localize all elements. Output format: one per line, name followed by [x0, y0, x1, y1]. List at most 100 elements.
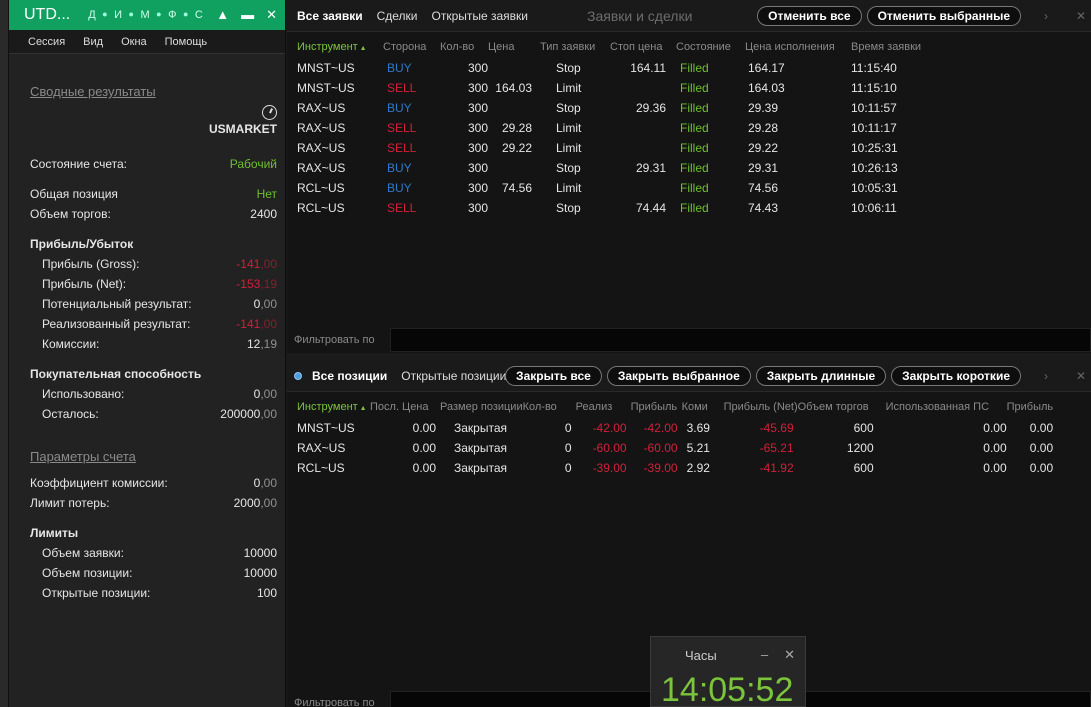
mini-icon-d[interactable]: Д — [88, 9, 96, 21]
positions-col-header[interactable]: Коми — [682, 396, 724, 418]
order-instr: RAX~US — [297, 141, 346, 155]
order-price — [488, 58, 540, 78]
position-last: 0.00 — [412, 441, 436, 455]
mini-icon-i[interactable]: И — [114, 9, 122, 21]
tab-all-positions[interactable]: Все позиции — [312, 369, 387, 383]
close-icon[interactable]: ✕ — [1071, 369, 1091, 383]
position-real: -42.00 — [592, 421, 627, 435]
order-row[interactable]: RAX~US SELL 300 29.28 Limit Filled 29.28 10:11:… — [297, 118, 931, 138]
orders-col-header[interactable]: Инструмент ▲ — [297, 36, 383, 58]
positions-col-header[interactable]: Инструмент ▲ — [297, 396, 370, 418]
orders-col-header[interactable]: Стоп цена — [610, 36, 676, 58]
close-icon[interactable]: ✕ — [784, 647, 795, 663]
clock-titlebar[interactable]: Часы – ✕ — [651, 637, 805, 673]
positions-col-header[interactable]: Прибыль — [631, 396, 682, 418]
positions-col-header[interactable]: Кол-во — [523, 396, 576, 418]
tab-open-positions[interactable]: Открытые позиции — [401, 369, 506, 383]
total-position-label: Общая позиция — [30, 187, 118, 201]
pnl-value-int: -141 — [236, 257, 261, 271]
position-instr: RCL~US — [297, 461, 345, 475]
close-icon[interactable]: ✕ — [1071, 9, 1091, 23]
tab-trades[interactable]: Сделки — [377, 9, 418, 23]
limit-value: 10000 — [243, 566, 277, 580]
minimize-icon[interactable]: ▬ — [241, 7, 254, 23]
mini-icon-f[interactable]: Ф — [168, 9, 177, 21]
summary-link[interactable]: Сводные результаты — [30, 84, 277, 102]
order-type: Stop — [556, 101, 581, 115]
positions-col-header[interactable]: Прибыль (Net) — [724, 396, 798, 418]
order-row[interactable]: MNST~US SELL 300 164.03 Limit Filled 164.03 11:… — [297, 78, 931, 98]
order-row[interactable]: RAX~US BUY 300 Stop 29.36 Filled 29.39 10:11:57 — [297, 98, 931, 118]
clock-widget[interactable]: Часы – ✕ 14:05:52 — [650, 636, 806, 707]
order-stop — [610, 118, 676, 138]
position-vol: 600 — [853, 461, 874, 475]
position-row[interactable]: RCL~US 0.00 Закрытая 0 -39.00 -39.00 2.92 -41.9… — [297, 458, 1053, 478]
position-size: Закрытая — [454, 461, 508, 475]
positions-tabbar: Все позиции Открытые позиции Закрыть все… — [287, 360, 1091, 392]
close-all-button[interactable]: Закрыть все — [505, 365, 602, 386]
positions-col-header[interactable]: Реализ — [576, 396, 631, 418]
mini-icon-s[interactable]: С — [195, 9, 203, 21]
position-last: 0.00 — [412, 421, 436, 435]
orders-col-header[interactable]: Состояние — [676, 36, 745, 58]
menu-windows[interactable]: Окна — [112, 36, 156, 48]
orders-col-header[interactable]: Цена исполнения — [745, 36, 851, 58]
menu-help[interactable]: Помощь — [156, 36, 217, 48]
order-type: Limit — [556, 81, 582, 95]
mini-icon-m[interactable]: М — [140, 9, 150, 21]
pnl-value: -153,19 — [236, 277, 277, 291]
positions-col-header[interactable]: Использованная ПС — [886, 396, 1007, 418]
order-row[interactable]: RAX~US SELL 300 29.22 Limit Filled 29.22 10:25:… — [297, 138, 931, 158]
close-icon[interactable]: ✕ — [266, 7, 277, 23]
buying-power-value: 200000,00 — [220, 407, 277, 421]
tab-all-orders[interactable]: Все заявки — [297, 9, 363, 23]
order-stop: 74.44 — [635, 201, 666, 215]
order-row[interactable]: RAX~US BUY 300 Stop 29.31 Filled 29.31 10:26:13 — [297, 158, 931, 178]
order-state: Filled — [680, 201, 709, 215]
sort-asc-icon[interactable]: ▲ — [358, 45, 367, 52]
account-state-label: Состояние счета: — [30, 157, 127, 171]
order-stop: 29.36 — [635, 101, 666, 115]
orders-col-header[interactable]: Цена — [488, 36, 540, 58]
orders-col-header[interactable]: Тип заявки — [540, 36, 610, 58]
menu-view[interactable]: Вид — [74, 36, 112, 48]
orders-filter-input[interactable] — [390, 328, 1091, 352]
orders-col-header[interactable]: Сторона — [383, 36, 440, 58]
order-row[interactable]: RCL~US BUY 300 74.56 Limit Filled 74.56 10:05:3… — [297, 178, 931, 198]
minimize-icon[interactable]: – — [761, 647, 768, 663]
cancel-all-button[interactable]: Отменить все — [757, 5, 862, 26]
position-row[interactable]: RAX~US 0.00 Закрытая 0 -60.00 -60.00 5.21 -65.2… — [297, 438, 1053, 458]
cancel-selected-button[interactable]: Отменить выбранные — [866, 5, 1021, 26]
params-link[interactable]: Параметры счета — [30, 449, 277, 467]
position-size: Закрытая — [454, 421, 508, 435]
positions-col-header[interactable]: Посл. Цена — [370, 396, 440, 418]
position-pnl: -39.00 — [643, 461, 678, 475]
positions-col-header[interactable]: Объем торгов — [798, 396, 886, 418]
limits-list: Объем заявки: 10000 Объем позиции: 10000 Отк… — [30, 543, 277, 603]
tab-open-orders[interactable]: Открытые заявки — [432, 9, 529, 23]
pnl-value: 0,00 — [254, 297, 277, 311]
order-price — [488, 98, 540, 118]
pnl-label: Потенциальный результат: — [42, 297, 192, 311]
sort-asc-icon[interactable]: ▲ — [358, 405, 367, 412]
menu-session[interactable]: Сессия — [19, 36, 74, 48]
account-titlebar[interactable]: UTD... Д ● И ● М ● Ф ● С ▲ ▬ ✕ — [9, 0, 285, 30]
orders-col-header[interactable]: Время заявки — [851, 36, 931, 58]
radio-icon[interactable] — [294, 371, 302, 380]
chevron-right-icon[interactable]: › — [1036, 9, 1056, 23]
dot-icon: ● — [182, 9, 189, 19]
close-short-button[interactable]: Закрыть короткие — [891, 365, 1021, 386]
positions-col-header[interactable]: Размер позиции — [440, 396, 523, 418]
clock-icon[interactable] — [262, 105, 277, 120]
orders-col-header[interactable]: Кол-во — [440, 36, 488, 58]
collapse-icon[interactable]: ▲ — [216, 7, 229, 23]
close-selected-button[interactable]: Закрыть выбранное — [606, 365, 751, 386]
positions-col-header[interactable]: Прибыль — [1007, 396, 1054, 418]
position-row[interactable]: MNST~US 0.00 Закрытая 0 -42.00 -42.00 3.69 -45.… — [297, 418, 1053, 438]
chevron-right-icon[interactable]: › — [1036, 369, 1056, 383]
order-row[interactable]: RCL~US SELL 300 Stop 74.44 Filled 74.43 10:06:1… — [297, 198, 931, 218]
position-comm: 2.92 — [686, 461, 710, 475]
close-long-button[interactable]: Закрыть длинные — [755, 365, 887, 386]
order-row[interactable]: MNST~US BUY 300 Stop 164.11 Filled 164.17 11:15… — [297, 58, 931, 78]
order-exec: 74.56 — [748, 181, 779, 195]
